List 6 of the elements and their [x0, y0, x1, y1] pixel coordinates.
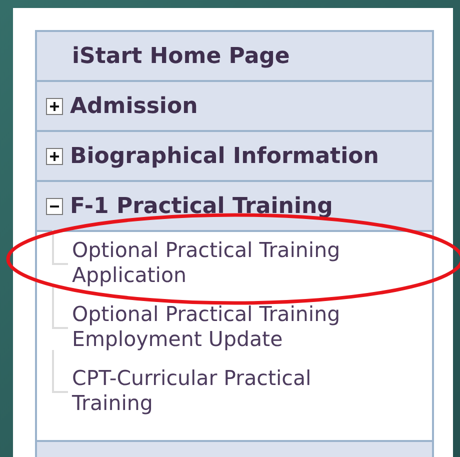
- menu-section[interactable]: F-1 Practical Training: [70, 194, 333, 218]
- menu-section[interactable]: Biographical Information: [70, 144, 379, 168]
- menu-link[interactable]: iStart Home Page: [72, 44, 290, 68]
- submenu-link[interactable]: CPT-Curricular Practical Training: [72, 366, 392, 416]
- menu-section[interactable]: Admission: [70, 94, 198, 118]
- submenu-link[interactable]: Optional Practical Training Employment Update: [72, 302, 392, 352]
